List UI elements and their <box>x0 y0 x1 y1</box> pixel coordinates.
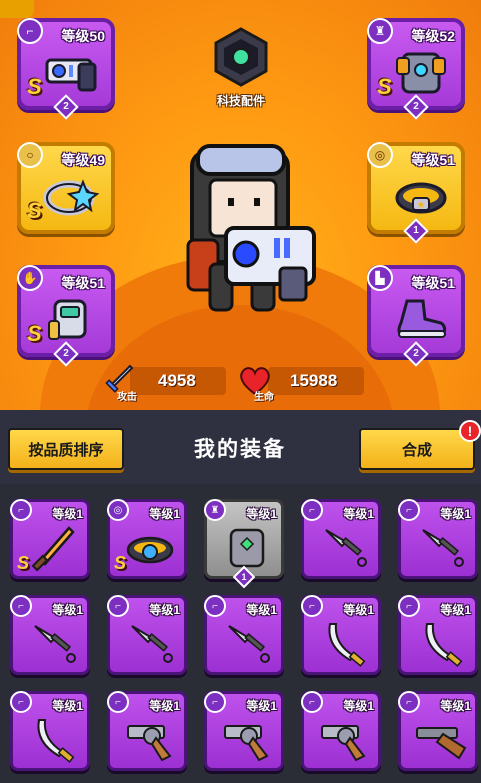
slot-boots[interactable]: ▙ 等级51 2 <box>367 265 465 367</box>
slot-grade: S <box>377 74 392 99</box>
revolver-icon <box>127 725 172 762</box>
belt-type-icon: ◎ <box>367 142 393 168</box>
kunai-icon <box>228 625 270 663</box>
armor-icon <box>229 528 265 568</box>
slot-belt[interactable]: ◎ 等级51 ★ 1 <box>367 142 465 244</box>
kunai-type-icon: ⌐ <box>204 595 226 617</box>
mech-armor-icon <box>396 52 446 94</box>
kunai-type-icon: ⌐ <box>301 499 323 521</box>
kunai-icon <box>325 529 367 567</box>
inventory-item-armor[interactable]: ♜ 等级1 1 <box>204 499 284 589</box>
attack-value: 4958 <box>158 371 196 390</box>
boots-type-icon: ▙ <box>367 265 393 291</box>
armor-type-icon: ♜ <box>204 499 226 521</box>
hp-label: 生命 <box>254 392 274 403</box>
inventory-item-revolver[interactable]: ⌐ 等级1 <box>107 691 187 771</box>
kunai-type-icon: ⌐ <box>107 595 129 617</box>
inventory-item-revolver[interactable]: ⌐ 等级1 <box>204 691 284 771</box>
star-ring-icon <box>43 179 100 216</box>
kunai-icon <box>422 529 464 567</box>
sort-by-quality-button[interactable]: 按品质排序 <box>8 428 124 470</box>
corner-badge[interactable] <box>0 0 34 18</box>
tech-parts-icon[interactable] <box>210 26 272 88</box>
belt-icon <box>126 536 174 564</box>
katana-icon <box>425 623 463 667</box>
weapon-type-icon: ⌐ <box>17 18 43 44</box>
slot-grade: S <box>27 198 42 223</box>
sword-icon <box>31 526 75 572</box>
slot-level: 等级50 <box>61 28 105 44</box>
my-equipment-title: 我的装备 <box>194 438 286 461</box>
item-grade: S <box>114 553 127 573</box>
merge-alert-icon: ! <box>459 420 481 442</box>
revolver-icon <box>224 725 269 762</box>
kunai-type-icon: ⌐ <box>10 595 32 617</box>
tech-parts-label: 科技配件 <box>216 94 265 108</box>
slot-level: 等级51 <box>61 275 105 291</box>
slot-weapon[interactable]: ⌐ 等级50 S 2 <box>17 18 115 120</box>
katana-type-icon: ⌐ <box>301 595 323 617</box>
revolver-type-icon: ⌐ <box>204 691 226 713</box>
kunai-type-icon: ⌐ <box>398 499 420 521</box>
inventory-item-kunai[interactable]: ⌐ 等级1 <box>204 595 284 675</box>
inventory-item-belt[interactable]: ◎ 等级1 S <box>107 499 187 579</box>
inventory-item-kunai[interactable]: ⌐ 等级1 <box>301 499 381 579</box>
shotgun-icon <box>416 727 467 760</box>
katana-type-icon: ⌐ <box>398 595 420 617</box>
kunai-icon <box>34 625 76 663</box>
hero-character <box>186 144 316 312</box>
revolver-icon <box>321 725 366 762</box>
svg-text:★: ★ <box>417 200 426 211</box>
star-belt-icon: ★ <box>395 182 447 214</box>
inventory-item-revolver[interactable]: ⌐ 等级1 <box>301 691 381 771</box>
belt-type-icon: ◎ <box>107 499 129 521</box>
slot-level: 等级51 <box>411 152 455 168</box>
inventory-item-shotgun[interactable]: ⌐ 等级1 <box>398 691 478 771</box>
inventory-item-kunai[interactable]: ⌐ 等级1 <box>107 595 187 675</box>
shotgun-type-icon: ⌐ <box>398 691 420 713</box>
slot-level: 等级52 <box>411 28 455 44</box>
kunai-icon <box>131 625 173 663</box>
inventory-item-kunai[interactable]: ⌐ 等级1 <box>398 499 478 579</box>
armor-type-icon: ♜ <box>367 18 393 44</box>
attack-label: 攻击 <box>117 392 137 403</box>
katana-icon <box>37 719 75 763</box>
katana-type-icon: ⌐ <box>10 691 32 713</box>
inventory-item-katana[interactable]: ⌐ 等级1 <box>10 691 90 771</box>
ring-type-icon: ○ <box>17 142 43 168</box>
revolver-type-icon: ⌐ <box>301 691 323 713</box>
inventory-item-kunai[interactable]: ⌐ 等级1 <box>10 595 90 675</box>
slot-level: 等级51 <box>411 275 455 291</box>
inventory-item-sword[interactable]: ⌐ 等级1 S <box>10 499 90 579</box>
inventory-item-katana[interactable]: ⌐ 等级1 <box>398 595 478 675</box>
slot-glove[interactable]: ✋ 等级51 S 2 <box>17 265 115 367</box>
inventory-item-katana[interactable]: ⌐ 等级1 <box>301 595 381 675</box>
slot-ring[interactable]: ○ 等级49 S <box>17 142 115 234</box>
slot-armor[interactable]: ♜ 等级52 S 2 <box>367 18 465 120</box>
slot-level: 等级49 <box>61 152 105 168</box>
katana-icon <box>328 623 366 667</box>
merge-button[interactable]: 合成 <box>359 428 475 470</box>
slot-grade: S <box>27 321 42 346</box>
revolver-type-icon: ⌐ <box>107 691 129 713</box>
hp-value: 15988 <box>290 371 338 390</box>
sneaker-icon <box>397 299 447 338</box>
laser-gun-icon <box>45 58 97 92</box>
item-grade: S <box>17 553 30 573</box>
mech-glove-icon <box>48 299 87 340</box>
slot-grade: S <box>27 74 42 99</box>
sword-type-icon: ⌐ <box>10 499 32 521</box>
glove-type-icon: ✋ <box>17 265 43 291</box>
